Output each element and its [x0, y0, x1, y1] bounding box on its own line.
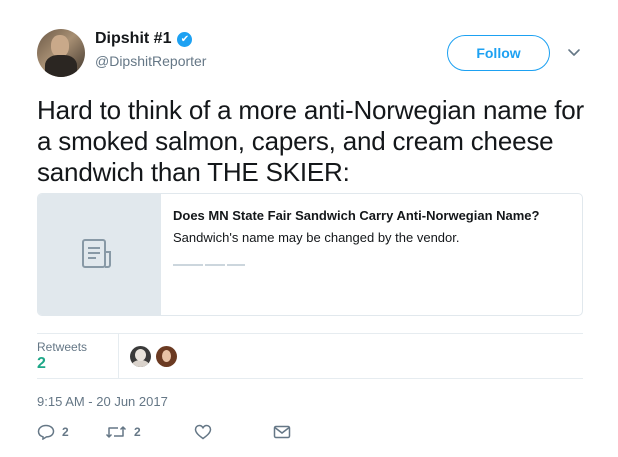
retweeter-avatar[interactable] — [156, 346, 177, 367]
like-button[interactable] — [194, 424, 212, 440]
tweet: Dipshit #1 ✔ @DipshitReporter Follow Har… — [0, 0, 618, 457]
avatar[interactable] — [37, 29, 85, 77]
follow-button[interactable]: Follow — [447, 35, 550, 71]
reply-icon — [37, 424, 55, 440]
card-title[interactable]: Does MN State Fair Sandwich Carry Anti-N… — [173, 208, 573, 223]
handle[interactable]: @DipshitReporter — [95, 53, 206, 69]
reply-count: 2 — [62, 425, 69, 439]
tweet-text: Hard to think of a more anti-Norwegian n… — [37, 95, 584, 187]
retweets-count: 2 — [37, 355, 46, 372]
direct-message-button[interactable] — [273, 424, 291, 440]
reply-button[interactable]: 2 — [37, 424, 69, 440]
verified-icon: ✔ — [177, 31, 193, 47]
display-name[interactable]: Dipshit #1 — [95, 30, 171, 48]
document-icon — [82, 239, 111, 268]
card-url-placeholder — [173, 256, 253, 266]
retweet-count: 2 — [134, 425, 141, 439]
chevron-down-icon[interactable] — [567, 45, 581, 59]
stat-separator — [118, 334, 119, 378]
timestamp[interactable]: 9:15 AM - 20 Jun 2017 — [37, 394, 168, 409]
retweet-icon — [105, 426, 127, 438]
retweeter-avatar[interactable] — [130, 346, 151, 367]
name-row: Dipshit #1 ✔ — [95, 30, 193, 48]
message-icon — [273, 425, 291, 439]
link-card[interactable]: Does MN State Fair Sandwich Carry Anti-N… — [37, 193, 583, 316]
card-thumbnail — [38, 194, 161, 315]
divider — [37, 378, 583, 379]
retweets-label: Retweets — [37, 340, 88, 354]
card-description: Sandwich's name may be changed by the ve… — [173, 230, 460, 245]
retweet-button[interactable]: 2 — [105, 424, 141, 440]
retweets-stat[interactable]: Retweets 2 — [37, 340, 117, 373]
like-icon — [194, 424, 212, 440]
